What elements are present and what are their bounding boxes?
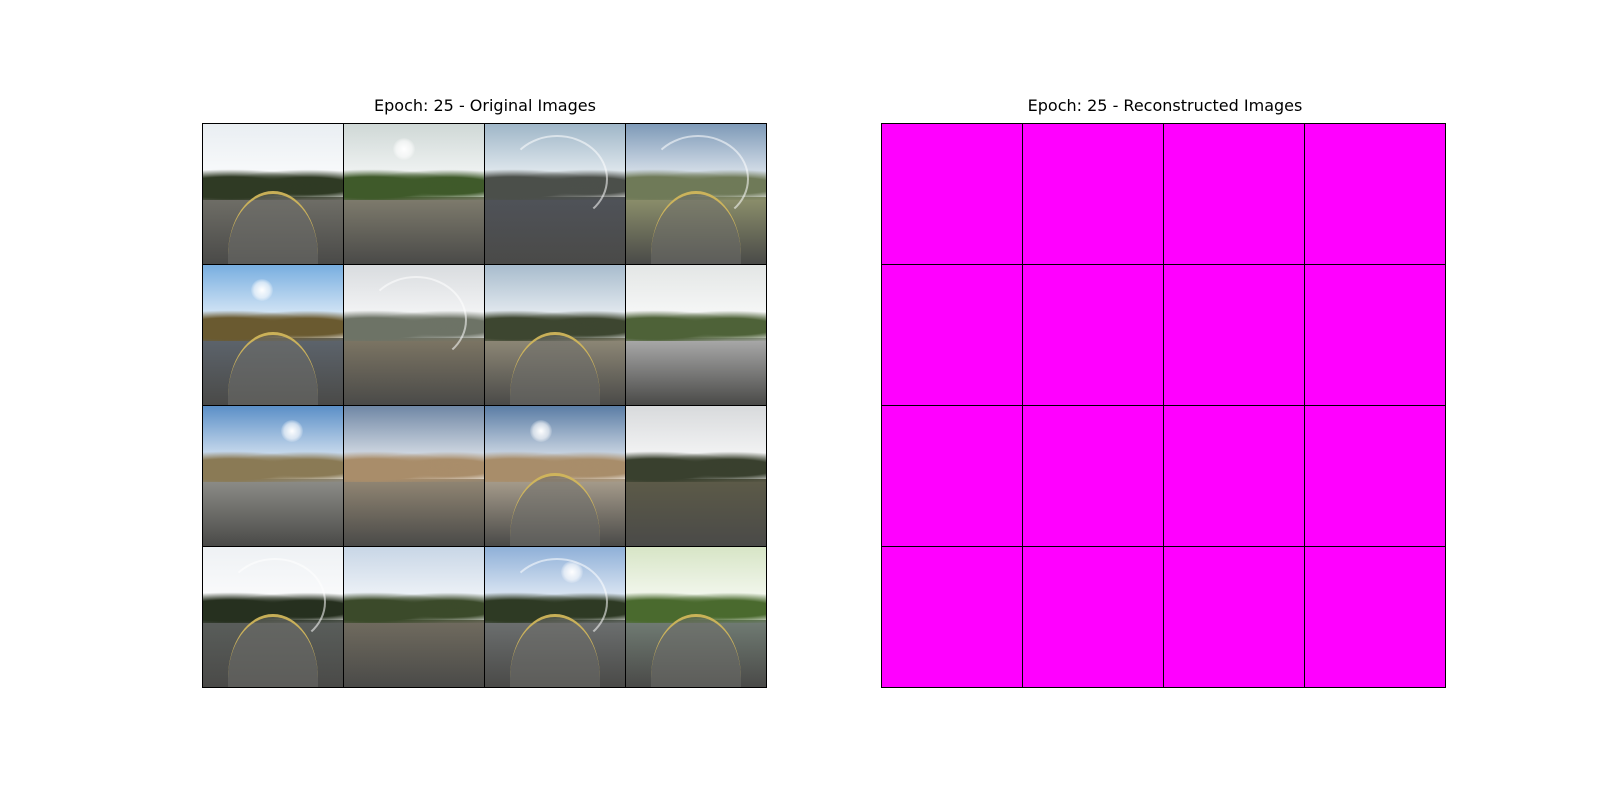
original-image-tile (485, 406, 625, 546)
reconstructed-image-tile (882, 265, 1022, 405)
tile-ground (344, 622, 484, 687)
original-image-tile (203, 124, 343, 264)
original-image-tile (344, 265, 484, 405)
tile-lens-arc (506, 558, 608, 647)
original-images-title: Epoch: 25 - Original Images (374, 96, 596, 115)
original-image-tile (626, 265, 766, 405)
tile-lens-arc (506, 135, 608, 224)
tile-lens-arc (365, 276, 467, 365)
tile-lens-arc (647, 135, 749, 224)
reconstructed-image-tile (1305, 406, 1445, 546)
original-image-tile (626, 406, 766, 546)
reconstructed-image-tile (1305, 265, 1445, 405)
reconstructed-images-title: Epoch: 25 - Reconstructed Images (1027, 96, 1303, 115)
reconstructed-image-tile (882, 406, 1022, 546)
reconstructed-image-tile (1305, 124, 1445, 264)
reconstructed-image-tile (1023, 547, 1163, 687)
reconstructed-image-tile (882, 547, 1022, 687)
reconstructed-image-tile (1023, 124, 1163, 264)
tile-treeline (344, 589, 484, 626)
tile-treeline (626, 307, 766, 344)
tile-ground (203, 481, 343, 546)
reconstructed-image-tile (1023, 406, 1163, 546)
original-image-tile (485, 547, 625, 687)
reconstructed-image-tile (1023, 265, 1163, 405)
original-images-grid (202, 123, 767, 688)
tile-ground (344, 199, 484, 264)
tile-treeline (203, 448, 343, 485)
original-image-tile (626, 547, 766, 687)
tile-ground (626, 340, 766, 405)
reconstructed-images-grid (881, 123, 1446, 688)
original-image-tile (203, 265, 343, 405)
tile-ground (626, 481, 766, 546)
tile-treeline (626, 448, 766, 485)
original-image-tile (203, 406, 343, 546)
reconstructed-image-tile (1164, 406, 1304, 546)
tile-sun (529, 420, 552, 442)
original-image-tile (344, 124, 484, 264)
original-image-tile (344, 406, 484, 546)
tile-sun (250, 279, 273, 301)
reconstructed-image-tile (1164, 124, 1304, 264)
reconstructed-image-tile (1164, 547, 1304, 687)
tile-lens-arc (224, 558, 326, 647)
reconstructed-image-tile (1305, 547, 1445, 687)
tile-treeline (344, 166, 484, 203)
reconstructed-image-tile (1164, 265, 1304, 405)
original-image-tile (344, 547, 484, 687)
original-image-tile (485, 124, 625, 264)
reconstructed-image-tile (882, 124, 1022, 264)
tile-sun (393, 138, 415, 160)
tile-treeline (344, 448, 484, 485)
original-image-tile (203, 547, 343, 687)
original-image-tile (485, 265, 625, 405)
tile-ground (344, 481, 484, 546)
original-image-tile (626, 124, 766, 264)
